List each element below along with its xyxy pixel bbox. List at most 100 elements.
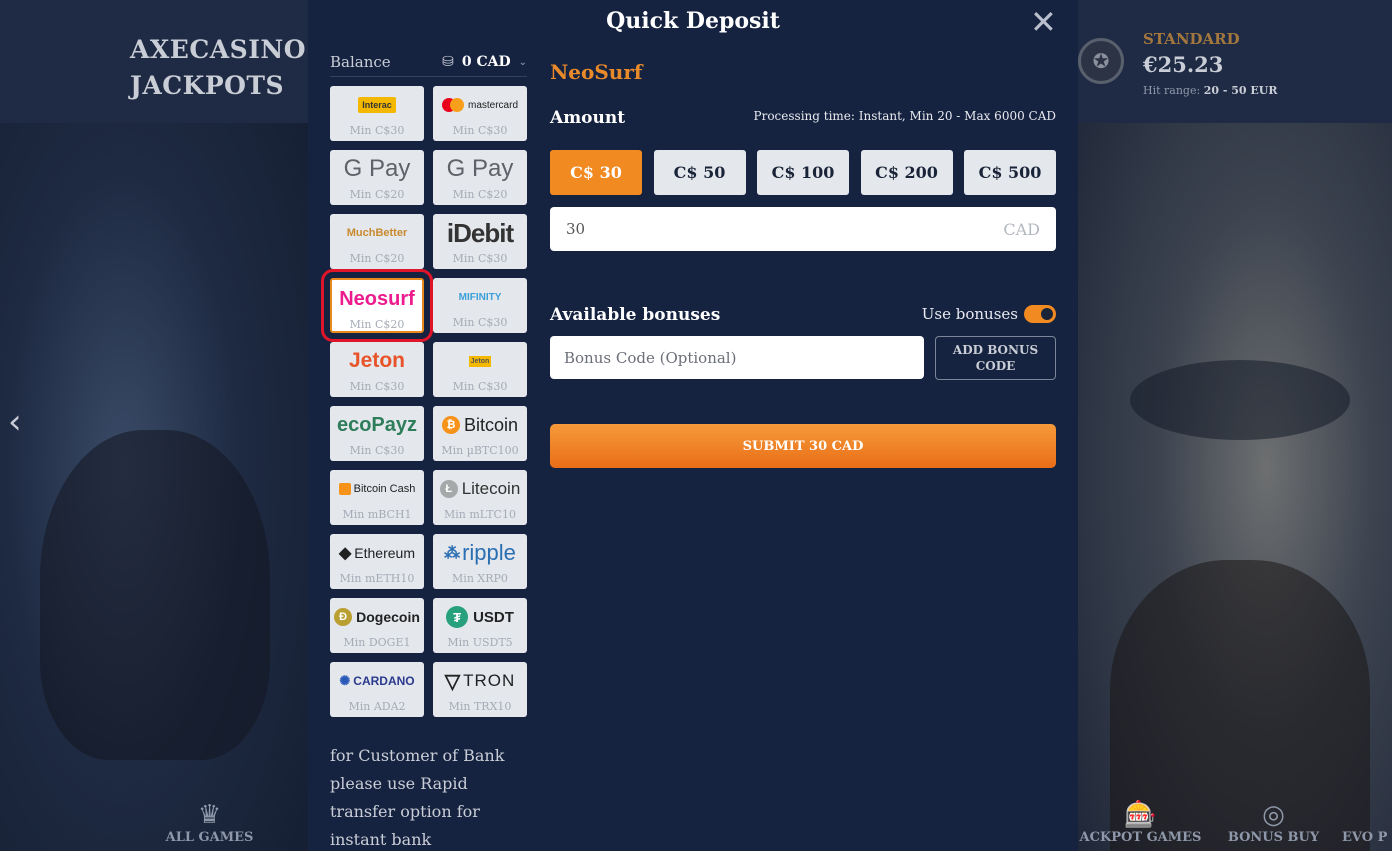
header-right — [1078, 0, 1392, 123]
method-min: Min ADA2 — [348, 700, 406, 713]
method-mifinity[interactable]: MIFINITY Min C$30 — [433, 278, 527, 333]
method-ripple[interactable]: ⁂ ripple Min XRP0 — [433, 534, 527, 589]
nav-all-games-label: ALL GAMES — [165, 830, 254, 845]
interac-logo: Interac — [330, 86, 424, 124]
slot-machine-icon: 🎰 — [1124, 800, 1157, 830]
method-tron[interactable]: ▽ TRON Min TRX10 — [433, 662, 527, 717]
method-bitcoin[interactable]: ₿ Bitcoin Min µBTC100 — [433, 406, 527, 461]
method-min: Min TRX10 — [448, 700, 512, 713]
bonuses-label: Available bonuses — [550, 305, 721, 325]
method-min: Min C$30 — [452, 252, 508, 265]
background-figure-eyes — [1130, 360, 1350, 440]
preset-50-button[interactable]: C$ 50 — [653, 150, 746, 195]
method-ecopayz[interactable]: ecoPayz Min C$30 — [330, 406, 424, 461]
nav-all-games[interactable]: ♛ ALL GAMES — [162, 800, 257, 845]
bitcoin-cash-logo-text: Bitcoin Cash — [353, 483, 416, 495]
nav-evo[interactable]: EVO P — [1342, 800, 1392, 845]
background-figure-left — [40, 430, 270, 760]
bitcoin-logo: ₿ Bitcoin — [433, 406, 527, 444]
use-bonuses-label: Use bonuses — [921, 305, 1018, 323]
add-bonus-code-button[interactable]: ADD BONUS CODE — [935, 336, 1056, 380]
mastercard-logo: mastercard — [433, 86, 527, 124]
use-bonuses-toggle[interactable] — [1024, 305, 1056, 323]
bitcoin-icon: ₿ — [441, 416, 460, 434]
method-min: Min C$30 — [349, 124, 405, 137]
method-min: Min C$20 — [349, 252, 405, 265]
idebit-logo: iDebit — [433, 214, 527, 252]
method-litecoin[interactable]: Ł Litecoin Min mLTC10 — [433, 470, 527, 525]
nav-bonus-buy[interactable]: ◎ BONUS BUY — [1226, 800, 1321, 845]
crown-icon: ♛ — [197, 800, 222, 830]
jackpot-label: STANDARD — [1143, 30, 1240, 48]
ripple-logo-text: ripple — [462, 540, 516, 565]
preset-200-button[interactable]: C$ 200 — [860, 150, 953, 195]
chevron-down-icon: ⌄ — [518, 56, 527, 68]
submit-button[interactable]: SUBMIT 30 CAD — [550, 424, 1056, 468]
method-google-pay[interactable]: G Pay Min C$20 — [330, 150, 424, 205]
mifinity-logo-text: MIFINITY — [458, 291, 502, 303]
method-dogecoin[interactable]: Ð Dogecoin Min DOGE1 — [330, 598, 424, 653]
method-min: Min C$20 — [452, 188, 508, 201]
method-google-pay-2[interactable]: G Pay Min C$20 — [433, 150, 527, 205]
method-min: Min C$30 — [349, 444, 405, 457]
bank-transfer-note: for Customer of Bank please use Rapid tr… — [330, 746, 505, 849]
method-muchbetter[interactable]: MuchBetter Min C$20 — [330, 214, 424, 269]
nav-jackpot-games[interactable]: 🎰 ACKPOT GAMES — [1078, 800, 1203, 845]
method-jeton[interactable]: Jeton Min C$30 — [330, 342, 424, 397]
coins-icon: ⛁ — [442, 54, 454, 70]
preset-500-button[interactable]: C$ 500 — [964, 150, 1056, 195]
method-min: Min mLTC10 — [444, 508, 516, 521]
preset-30-button[interactable]: C$ 30 — [550, 150, 642, 195]
google-pay-logo: G Pay — [330, 150, 424, 188]
method-interac[interactable]: Interac Min C$30 — [330, 86, 424, 141]
balance-value: 0 CAD — [461, 54, 511, 70]
cardano-logo: ✺ CARDANO — [330, 662, 424, 700]
litecoin-logo: Ł Litecoin — [433, 470, 527, 508]
bitcoin-cash-logo: Bitcoin Cash — [330, 470, 424, 508]
balance-label: Balance — [330, 53, 391, 71]
amount-value: 30 — [566, 220, 586, 238]
method-bitcoin-cash[interactable]: Bitcoin Cash Min mBCH1 — [330, 470, 424, 525]
method-min: Min C$30 — [452, 380, 508, 393]
brand-line-2: JACKPOTS — [130, 71, 285, 100]
coins-icon: ◎ — [1262, 800, 1285, 830]
litecoin-logo-text: Litecoin — [461, 479, 521, 498]
preset-100-button[interactable]: C$ 100 — [757, 150, 849, 195]
use-bonuses-control: Use bonuses — [922, 305, 1056, 323]
jackpot-range-label: Hit range: — [1143, 84, 1201, 97]
method-min: Min mETH10 — [339, 572, 415, 585]
method-mastercard[interactable]: mastercard Min C$30 — [433, 86, 527, 141]
mifinity-logo: MIFINITY — [433, 278, 527, 316]
amount-input[interactable]: 30 CAD — [550, 207, 1056, 251]
method-jeton-cash[interactable]: Jeton Min C$30 — [433, 342, 527, 397]
method-idebit[interactable]: iDebit Min C$30 — [433, 214, 527, 269]
tron-icon: ▽ — [444, 670, 461, 693]
amount-label: Amount — [550, 108, 626, 128]
method-cardano[interactable]: ✺ CARDANO Min ADA2 — [330, 662, 424, 717]
method-min: Min C$20 — [349, 188, 405, 201]
muchbetter-logo: MuchBetter — [330, 214, 424, 252]
cardano-icon: ✺ — [339, 673, 351, 688]
method-min: Min C$30 — [349, 380, 405, 393]
balance-selector[interactable]: Balance ⛁ 0 CAD ⌄ — [330, 48, 527, 77]
neosurf-logo: Neosurf — [332, 280, 422, 318]
ethereum-logo-text: Ethereum — [354, 545, 415, 561]
jeton-cash-logo: Jeton — [433, 342, 527, 380]
bonus-code-input[interactable]: Bonus Code (Optional) — [550, 336, 924, 379]
tron-logo: ▽ TRON — [433, 662, 527, 700]
tether-icon: ₮ — [446, 606, 469, 628]
dogecoin-logo: Ð Dogecoin — [330, 598, 424, 636]
google-pay-logo-text: G Pay — [446, 155, 514, 182]
evo-icon — [1342, 800, 1392, 830]
method-neosurf[interactable]: Neosurf Min C$20 — [321, 269, 433, 342]
brand-line-1: AXECASINO — [130, 35, 307, 64]
method-min: Min XRP0 — [452, 572, 508, 585]
ripple-logo: ⁂ ripple — [433, 534, 527, 572]
chevron-left-icon[interactable]: ‹ — [8, 402, 22, 442]
method-ethereum[interactable]: ◆ Ethereum Min mETH10 — [330, 534, 424, 589]
close-icon[interactable]: ✕ — [1030, 6, 1057, 38]
dogecoin-logo-text: Dogecoin — [356, 609, 420, 625]
usdt-logo: ₮ USDT — [433, 598, 527, 636]
method-usdt[interactable]: ₮ USDT Min USDT5 — [433, 598, 527, 653]
payment-method-grid: Interac Min C$30 mastercard Min C$30 G P… — [321, 86, 527, 717]
